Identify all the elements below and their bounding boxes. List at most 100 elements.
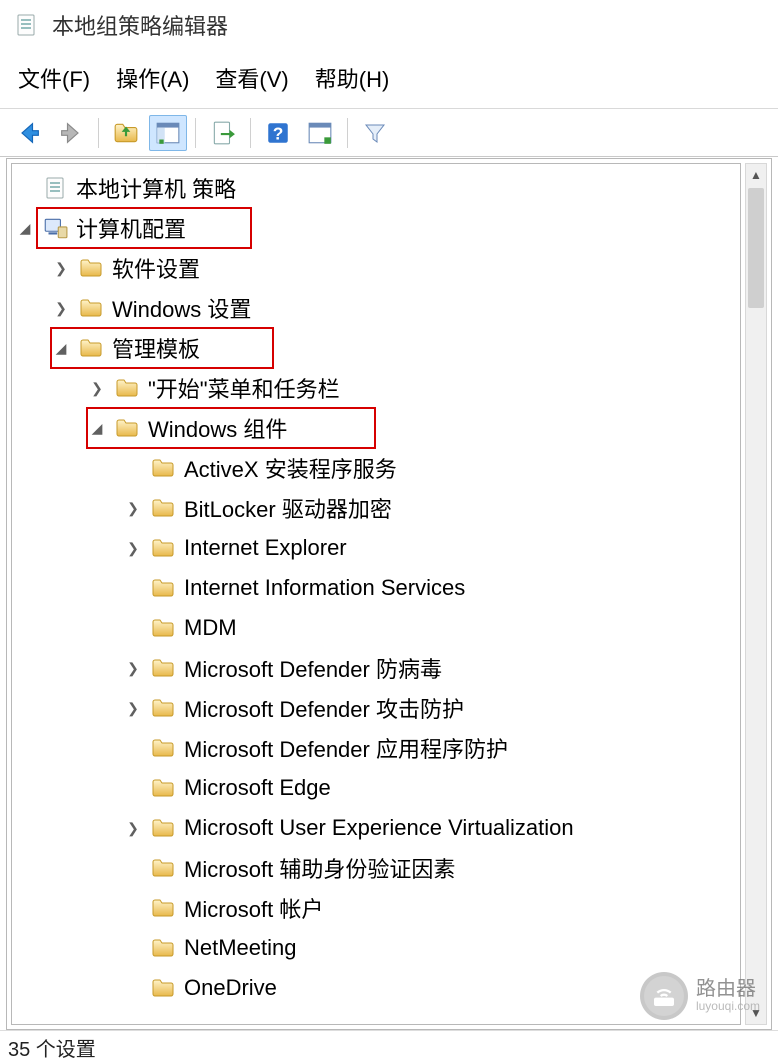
toolbar-separator [195,118,196,148]
tree-label: 软件设置 [112,252,200,284]
tree-label: Microsoft 辅助身份验证因素 [184,852,455,884]
folder-icon [150,815,176,841]
expander-icon[interactable]: ◢ [14,217,36,239]
folder-icon [78,335,104,361]
folder-icon [78,295,104,321]
statusbar: 35 个设置 [0,1030,778,1060]
expander-icon[interactable]: ❯ [122,537,144,559]
tree-label: ActiveX 安装程序服务 [184,452,397,484]
tree-label: OneDrive [184,975,277,1001]
expander-icon[interactable]: ❯ [122,497,144,519]
tree-item[interactable]: Internet Information Services [14,568,740,608]
app-icon [12,11,40,39]
export-list-button[interactable] [204,115,242,151]
tree-label: Microsoft 帐户 [184,892,323,924]
status-text: 35 个设置 [8,1039,96,1061]
forward-button[interactable] [52,115,90,151]
tree-item[interactable]: Microsoft Edge [14,768,740,808]
main-area: 本地计算机 策略 ◢ 计算机配置 ❯ 软件设置 ❯ Window [6,158,772,1030]
scroll-thumb[interactable] [748,188,764,308]
filter-button[interactable] [356,115,394,151]
vertical-scrollbar[interactable]: ▲ ▼ [745,163,767,1025]
tree-item-windows-settings[interactable]: ❯ Windows 设置 [14,288,740,328]
tree-label: Microsoft Edge [184,775,331,801]
expander-icon[interactable]: ◢ [86,417,108,439]
tree-item-windows-components[interactable]: ◢ Windows 组件 [14,408,740,448]
folder-icon [78,255,104,281]
tree-label: Windows 设置 [112,292,251,324]
policy-icon [42,175,68,201]
expander-icon[interactable]: ❯ [86,377,108,399]
tree-label: Internet Explorer [184,535,347,561]
expander-icon[interactable]: ❯ [50,257,72,279]
scroll-down-button[interactable]: ▼ [746,1002,766,1024]
up-button[interactable] [107,115,145,151]
tree-label: Microsoft Defender 防病毒 [184,652,442,684]
tree-label: NetMeeting [184,935,297,961]
tree-item[interactable]: ❯ BitLocker 驱动器加密 [14,488,740,528]
tree-item-admin-templates[interactable]: ◢ 管理模板 [14,328,740,368]
menu-view[interactable]: 查看(V) [215,62,288,94]
toolbar [0,109,778,157]
scroll-up-button[interactable]: ▲ [746,164,766,186]
tree-label: "开始"菜单和任务栏 [148,372,340,404]
toolbar-separator [98,118,99,148]
tree-label: 管理模板 [112,332,200,364]
tree-children: ActiveX 安装程序服务 ❯ BitLocker 驱动器加密 ❯ Internet … [14,448,740,1008]
action-pane-button[interactable] [301,115,339,151]
tree-item-root[interactable]: 本地计算机 策略 [14,168,740,208]
folder-icon [150,575,176,601]
expander-icon[interactable]: ❯ [122,817,144,839]
folder-icon [150,615,176,641]
tree-item[interactable]: Microsoft 辅助身份验证因素 [14,848,740,888]
titlebar: 本地组策略编辑器 [0,0,778,50]
tree-item[interactable]: ❯ Microsoft User Experience Virtualizatio… [14,808,740,848]
expander-icon[interactable]: ◢ [50,337,72,359]
tree-item[interactable]: MDM [14,608,740,648]
tree-item[interactable]: ❯ Internet Explorer [14,528,740,568]
tree-item[interactable]: Microsoft Defender 应用程序防护 [14,728,740,768]
menu-file[interactable]: 文件(F) [18,62,90,94]
tree-label: 计算机配置 [76,212,186,244]
folder-icon [114,375,140,401]
window-title: 本地组策略编辑器 [52,9,228,41]
tree-item-start-taskbar[interactable]: ❯ "开始"菜单和任务栏 [14,368,740,408]
tree-item[interactable]: ❯ Microsoft Defender 防病毒 [14,648,740,688]
folder-icon [150,695,176,721]
tree-label: Windows 组件 [148,412,287,444]
menubar: 文件(F) 操作(A) 查看(V) 帮助(H) [0,50,778,109]
tree-pane: 本地计算机 策略 ◢ 计算机配置 ❯ 软件设置 ❯ Window [11,163,741,1025]
tree-item[interactable]: NetMeeting [14,928,740,968]
tree-label: Microsoft Defender 攻击防护 [184,692,464,724]
tree-item-computer-config[interactable]: ◢ 计算机配置 [14,208,740,248]
back-button[interactable] [10,115,48,151]
computer-icon [42,215,68,241]
toolbar-separator [250,118,251,148]
folder-icon [150,735,176,761]
folder-icon [150,655,176,681]
tree-label: 本地计算机 策略 [76,172,236,204]
folder-icon [150,975,176,1001]
folder-icon [150,775,176,801]
folder-icon [150,895,176,921]
folder-icon [150,455,176,481]
show-hide-tree-button[interactable] [149,115,187,151]
tree-label: MDM [184,615,237,641]
folder-icon [150,935,176,961]
tree-label: BitLocker 驱动器加密 [184,492,392,524]
help-button[interactable] [259,115,297,151]
folder-icon [150,855,176,881]
menu-action[interactable]: 操作(A) [116,62,189,94]
tree-item[interactable]: OneDrive [14,968,740,1008]
tree-item[interactable]: Microsoft 帐户 [14,888,740,928]
tree-item-software-settings[interactable]: ❯ 软件设置 [14,248,740,288]
tree-item[interactable]: ActiveX 安装程序服务 [14,448,740,488]
expander-icon[interactable]: ❯ [50,297,72,319]
tree: 本地计算机 策略 ◢ 计算机配置 ❯ 软件设置 ❯ Window [12,164,740,1008]
expander-icon[interactable]: ❯ [122,657,144,679]
toolbar-separator [347,118,348,148]
menu-help[interactable]: 帮助(H) [315,62,390,94]
tree-item[interactable]: ❯ Microsoft Defender 攻击防护 [14,688,740,728]
tree-label: Microsoft User Experience Virtualization [184,815,574,841]
expander-icon[interactable]: ❯ [122,697,144,719]
